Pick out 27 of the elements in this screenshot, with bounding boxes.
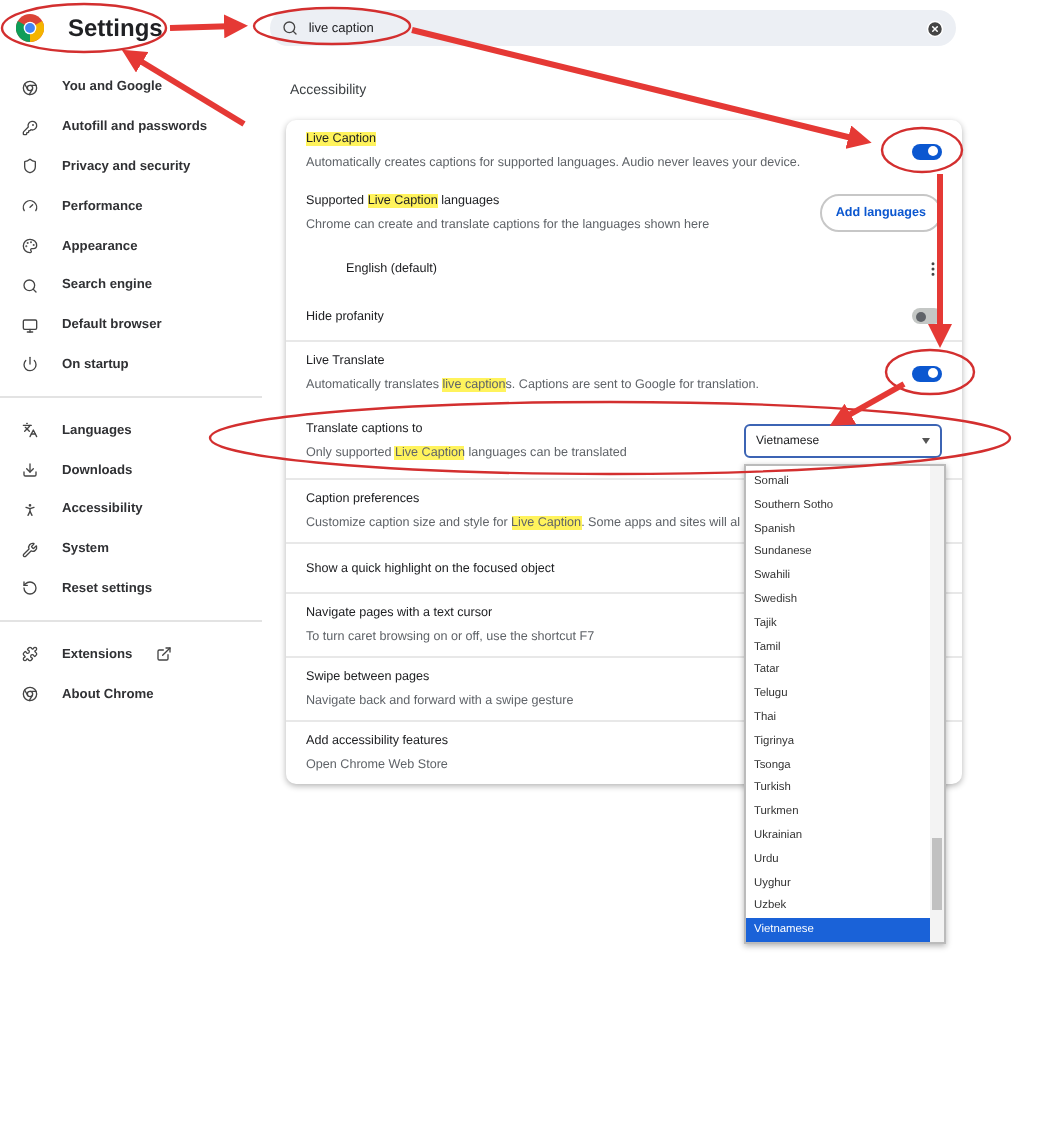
toggle-switch[interactable] — [912, 365, 942, 381]
person-icon — [22, 501, 38, 518]
arrow — [169, 14, 248, 39]
search-icon — [282, 20, 299, 36]
window-icon — [22, 317, 38, 334]
annotation-ellipse — [880, 126, 964, 174]
translate-icon — [22, 422, 38, 439]
search-icon — [22, 277, 38, 294]
puzzle-icon — [22, 646, 38, 663]
external-link-icon — [156, 646, 173, 663]
gauge-icon — [22, 198, 38, 215]
chrome-icon — [22, 686, 38, 703]
scrollbar[interactable] — [930, 466, 944, 942]
key-icon — [22, 119, 38, 136]
arrow — [829, 381, 906, 426]
clear-icon[interactable] — [926, 19, 944, 37]
page-title: Settings — [68, 14, 163, 42]
caret-icon — [922, 438, 930, 444]
shield-icon — [22, 158, 38, 175]
annotation-ellipse — [884, 348, 976, 396]
reset-icon — [22, 580, 38, 597]
download-icon — [22, 462, 38, 479]
palette-icon — [22, 238, 38, 255]
toggle-switch[interactable] — [912, 143, 942, 159]
power-icon — [22, 356, 38, 373]
chrome-logo-icon — [16, 14, 44, 42]
wrench-icon — [22, 541, 38, 558]
